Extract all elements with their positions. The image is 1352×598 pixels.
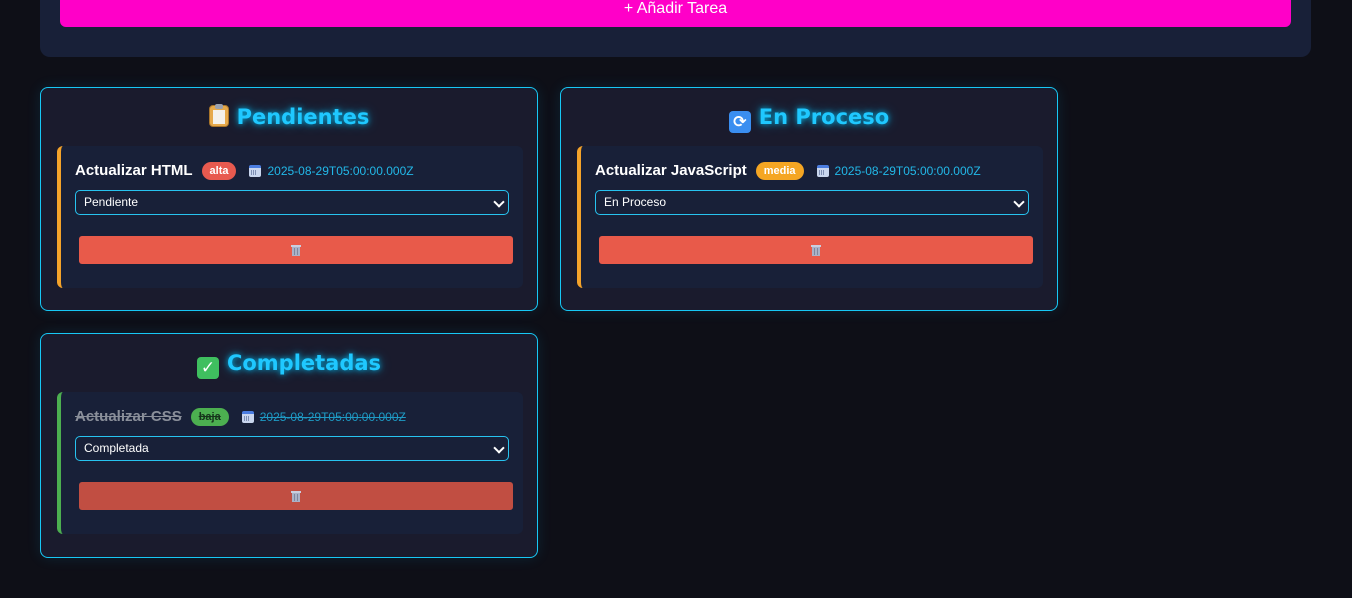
column-completadas: ✓ Completadas Actualizar CSS baja 2025-08-2… [40, 333, 538, 558]
column-title-text: Completadas [226, 351, 382, 375]
column-title-text: En Proceso [758, 105, 890, 129]
status-select[interactable]: Completada [75, 436, 509, 461]
add-task-button[interactable]: + Añadir Tarea [60, 0, 1291, 27]
status-select[interactable]: En Proceso [595, 190, 1029, 215]
task-title: Actualizar HTML [75, 162, 193, 179]
task-card: Actualizar HTML alta 2025-08-29T05:00:00.0… [57, 146, 523, 288]
trash-icon [291, 245, 301, 256]
task-header: Actualizar CSS baja 2025-08-29T05:00:00.00… [75, 406, 406, 426]
task-card: Actualizar CSS baja 2025-08-29T05:00:00.00… [57, 392, 523, 534]
priority-badge: media [755, 161, 804, 180]
column-title-pendientes: Pendientes [41, 104, 537, 129]
task-title: Actualizar CSS [75, 408, 182, 425]
chevron-down-icon [1013, 196, 1025, 208]
task-card: Actualizar JavaScript media 2025-08-29T05:… [577, 146, 1043, 288]
calendar-icon [816, 164, 829, 177]
calendar-icon [249, 164, 262, 177]
clipboard-icon [208, 104, 229, 127]
column-pendientes: Pendientes Actualizar HTML alta 2025-08-29… [40, 87, 538, 311]
task-date: 2025-08-29T05:00:00.000Z [259, 409, 406, 424]
refresh-icon: ⟳ [728, 111, 751, 133]
status-select[interactable]: Pendiente [75, 190, 509, 215]
chevron-down-icon [493, 442, 505, 454]
priority-badge: alta [201, 161, 237, 180]
chevron-down-icon [493, 196, 505, 208]
column-title-completadas: ✓ Completadas [41, 351, 537, 379]
calendar-icon [241, 410, 254, 423]
task-date: 2025-08-29T05:00:00.000Z [834, 163, 981, 178]
priority-badge: baja [190, 407, 229, 426]
delete-task-button[interactable] [79, 236, 513, 264]
task-header: Actualizar HTML alta 2025-08-29T05:00:00.0… [75, 160, 414, 180]
task-header: Actualizar JavaScript media 2025-08-29T05:… [595, 160, 981, 180]
delete-task-button[interactable] [79, 482, 513, 510]
task-title: Actualizar JavaScript [595, 162, 747, 179]
task-date: 2025-08-29T05:00:00.000Z [267, 163, 414, 178]
add-task-panel: + Añadir Tarea [40, 0, 1311, 57]
column-title-text: Pendientes [236, 105, 370, 129]
status-select-value: Completada [84, 441, 149, 455]
column-title-en-proceso: ⟳ En Proceso [561, 105, 1057, 133]
check-icon: ✓ [196, 357, 219, 379]
status-select-value: En Proceso [604, 195, 667, 209]
column-en-proceso: ⟳ En Proceso Actualizar JavaScript media 20… [560, 87, 1058, 311]
trash-icon [811, 245, 821, 256]
status-select-value: Pendiente [84, 195, 139, 209]
trash-icon [291, 491, 301, 502]
delete-task-button[interactable] [599, 236, 1033, 264]
